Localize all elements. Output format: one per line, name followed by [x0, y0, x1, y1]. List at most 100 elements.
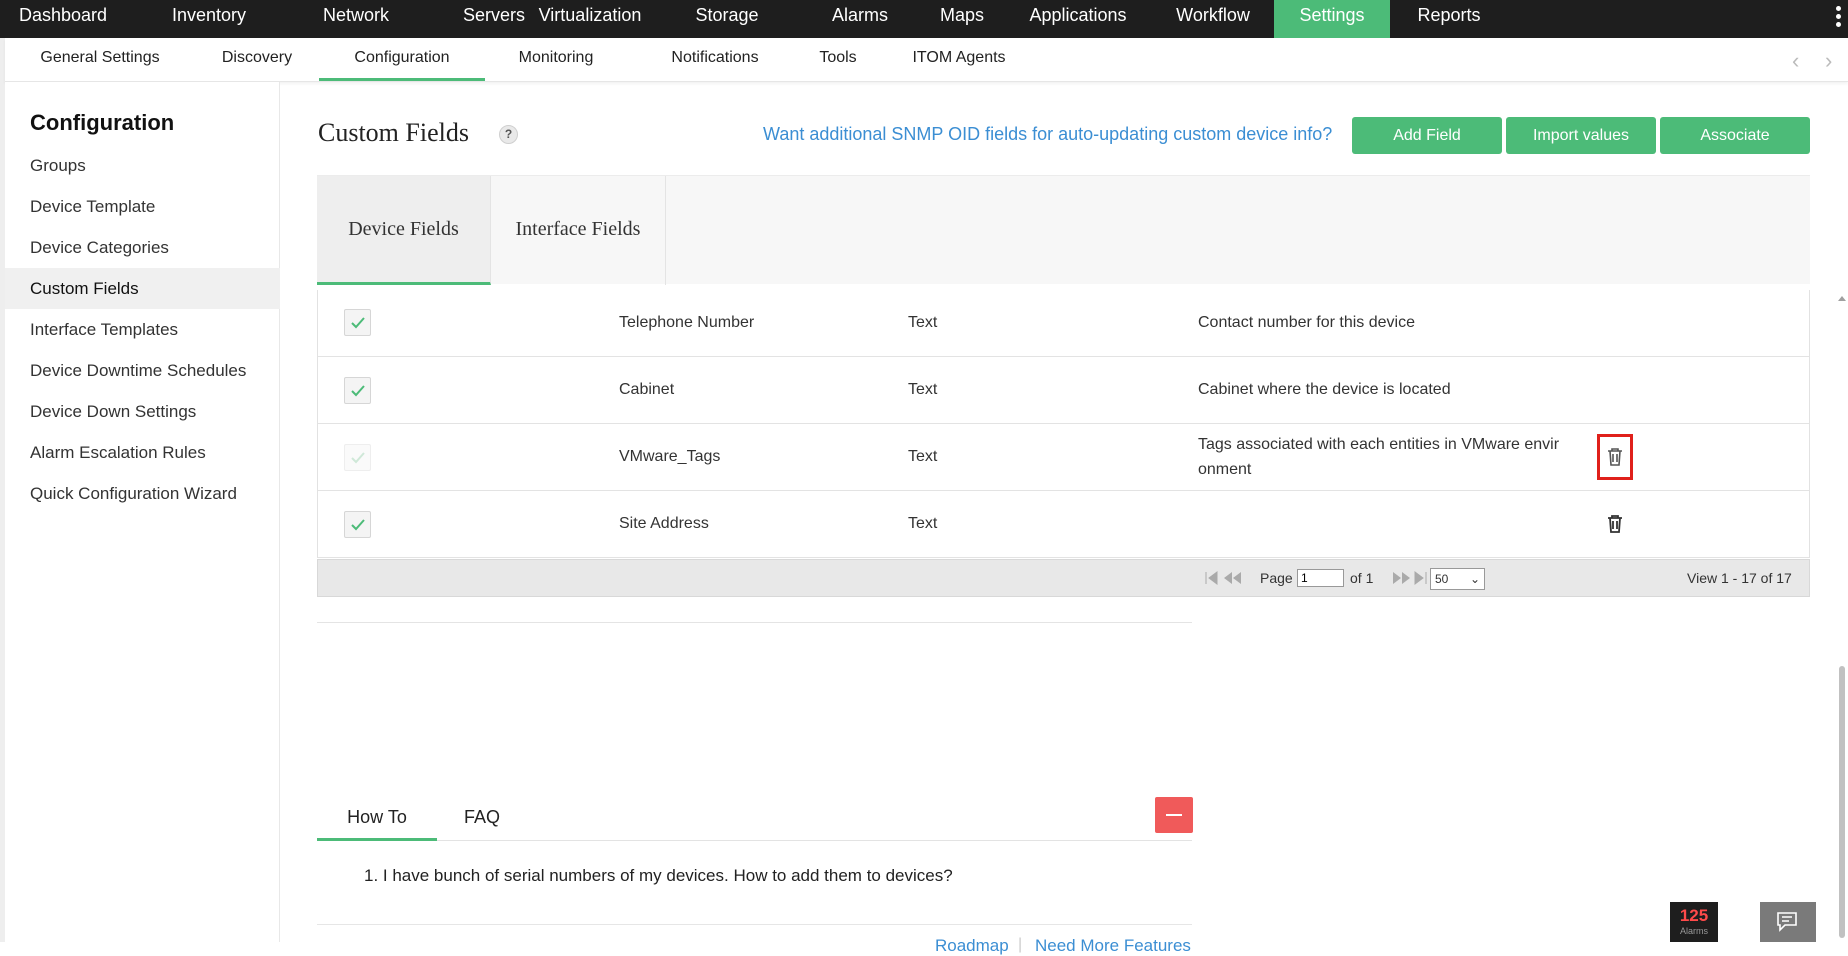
- topnav-workflow[interactable]: Workflow: [1152, 0, 1274, 38]
- topnav-network[interactable]: Network: [292, 0, 420, 38]
- sidebar-item-groups[interactable]: Groups: [5, 145, 280, 186]
- more-options-icon[interactable]: [1834, 6, 1842, 30]
- sidebar-item-device-template[interactable]: Device Template: [5, 186, 280, 227]
- field-type: Text: [908, 314, 938, 331]
- subnav-monitoring[interactable]: Monitoring: [491, 38, 621, 81]
- field-description: Contact number for this device: [1198, 314, 1415, 331]
- tab-device-fields[interactable]: Device Fields: [317, 176, 491, 285]
- sidebar-item-device-down-settings[interactable]: Device Down Settings: [5, 391, 280, 432]
- footer-separator: |: [1018, 936, 1023, 953]
- check-icon: [351, 385, 365, 397]
- row-checkbox[interactable]: [344, 309, 371, 336]
- subnav-general-settings[interactable]: General Settings: [25, 38, 175, 81]
- topnav-reports[interactable]: Reports: [1390, 0, 1508, 38]
- sidebar-item-device-downtime-schedules[interactable]: Device Downtime Schedules: [5, 350, 280, 391]
- sidebar: Configuration Groups Device Template Dev…: [5, 82, 280, 942]
- field-name: Cabinet: [619, 381, 675, 398]
- field-type: Text: [908, 515, 938, 532]
- topnav-applications[interactable]: Applications: [1004, 0, 1152, 38]
- trash-icon[interactable]: [1603, 445, 1627, 469]
- last-page-icon[interactable]: [1414, 571, 1428, 585]
- row-checkbox[interactable]: [344, 511, 371, 538]
- top-navigation: Dashboard Inventory Network Servers Virt…: [0, 0, 1848, 38]
- field-type: Text: [908, 448, 938, 465]
- field-tabs: Device Fields Interface Fields: [317, 175, 1810, 285]
- alarms-badge[interactable]: 125 Alarms: [1670, 902, 1718, 942]
- page-scrollbar[interactable]: [1836, 290, 1848, 942]
- table-row: Cabinet Text Cabinet where the device is…: [318, 357, 1809, 424]
- chat-icon: [1777, 912, 1797, 932]
- scrollbar-thumb[interactable]: [1839, 666, 1845, 938]
- alarm-label: Alarms: [1679, 926, 1708, 936]
- topnav-virtualization[interactable]: Virtualization: [528, 0, 652, 38]
- field-description: Cabinet where the device is located: [1198, 381, 1451, 398]
- minus-icon: [1166, 814, 1182, 816]
- main-content: Custom Fields ? Want additional SNMP OID…: [281, 82, 1848, 955]
- field-description-line1: Tags associated with each entities in VM…: [1198, 436, 1560, 453]
- topnav-settings[interactable]: Settings: [1274, 0, 1390, 38]
- next-page-icon[interactable]: [1392, 571, 1412, 585]
- import-values-button[interactable]: Import values: [1506, 117, 1656, 154]
- sidebar-title: Configuration: [30, 110, 175, 135]
- pagination-bar: Page of 1 50 ⌄ View 1 - 17 of 17: [317, 559, 1810, 597]
- trash-icon[interactable]: [1603, 512, 1627, 536]
- roadmap-link[interactable]: Roadmap: [935, 936, 1009, 956]
- associate-button[interactable]: Associate: [1660, 117, 1810, 154]
- previous-page-icon[interactable]: [1222, 571, 1242, 585]
- tab-how-to[interactable]: How To: [317, 794, 437, 841]
- check-icon: [351, 317, 365, 329]
- view-count: View 1 - 17 of 17: [1687, 570, 1792, 586]
- alarm-count: 125: [1679, 906, 1709, 925]
- check-icon: [351, 519, 365, 531]
- scroll-left-icon[interactable]: ‹: [1792, 48, 1799, 74]
- check-icon: [351, 452, 365, 464]
- subnav-configuration[interactable]: Configuration: [319, 38, 485, 81]
- chat-button[interactable]: [1760, 902, 1816, 942]
- snmp-oid-link[interactable]: Want additional SNMP OID fields for auto…: [763, 124, 1332, 145]
- row-checkbox: [344, 444, 371, 471]
- divider: [317, 622, 1192, 623]
- subnav-notifications[interactable]: Notifications: [639, 38, 791, 81]
- field-name: VMware_Tags: [619, 448, 721, 465]
- sidebar-item-custom-fields[interactable]: Custom Fields: [5, 268, 280, 309]
- howto-item[interactable]: 1. I have bunch of serial numbers of my …: [364, 866, 953, 886]
- tab-interface-fields[interactable]: Interface Fields: [491, 176, 666, 285]
- sub-navigation: General Settings Discovery Configuration…: [5, 38, 1848, 82]
- field-name: Telephone Number: [619, 314, 755, 331]
- first-page-icon[interactable]: [1204, 571, 1218, 585]
- scroll-up-icon[interactable]: [1838, 296, 1846, 301]
- need-more-features-link[interactable]: Need More Features: [1035, 936, 1191, 956]
- field-name: Site Address: [619, 515, 709, 532]
- help-icon[interactable]: ?: [499, 125, 518, 144]
- divider: [317, 924, 1192, 925]
- tab-faq[interactable]: FAQ: [447, 794, 517, 841]
- custom-fields-table: Telephone Number Text Contact number for…: [317, 290, 1810, 558]
- chevron-down-icon: ⌄: [1469, 572, 1480, 586]
- add-field-button[interactable]: Add Field: [1352, 117, 1502, 154]
- page-number-input[interactable]: [1297, 569, 1344, 587]
- page-size-value: 50: [1435, 572, 1449, 586]
- sidebar-item-quick-configuration-wizard[interactable]: Quick Configuration Wizard: [5, 473, 280, 514]
- row-checkbox[interactable]: [344, 377, 371, 404]
- sidebar-item-alarm-escalation-rules[interactable]: Alarm Escalation Rules: [5, 432, 280, 473]
- field-type: Text: [908, 381, 938, 398]
- topnav-inventory[interactable]: Inventory: [126, 0, 292, 38]
- sidebar-item-device-categories[interactable]: Device Categories: [5, 227, 280, 268]
- topnav-storage[interactable]: Storage: [650, 0, 804, 38]
- help-tabs: How To FAQ: [317, 794, 1192, 841]
- subnav-itom-agents[interactable]: ITOM Agents: [891, 38, 1027, 81]
- scroll-right-icon[interactable]: ›: [1825, 48, 1832, 74]
- subnav-discovery[interactable]: Discovery: [197, 38, 317, 81]
- page-size-select[interactable]: 50 ⌄: [1430, 568, 1485, 590]
- collapse-help-button[interactable]: [1155, 797, 1193, 833]
- subnav-tools[interactable]: Tools: [795, 38, 881, 81]
- field-description-line2: onment: [1198, 461, 1252, 478]
- page-title: Custom Fields: [318, 118, 469, 147]
- page-total: of 1: [1350, 570, 1374, 586]
- sidebar-item-interface-templates[interactable]: Interface Templates: [5, 309, 280, 350]
- topnav-dashboard[interactable]: Dashboard: [0, 0, 126, 38]
- table-row: VMware_Tags Text Tags associated with ea…: [318, 424, 1809, 491]
- page-label: Page: [1260, 570, 1293, 586]
- table-row: Telephone Number Text Contact number for…: [318, 290, 1809, 357]
- table-row: Site Address Text: [318, 491, 1809, 558]
